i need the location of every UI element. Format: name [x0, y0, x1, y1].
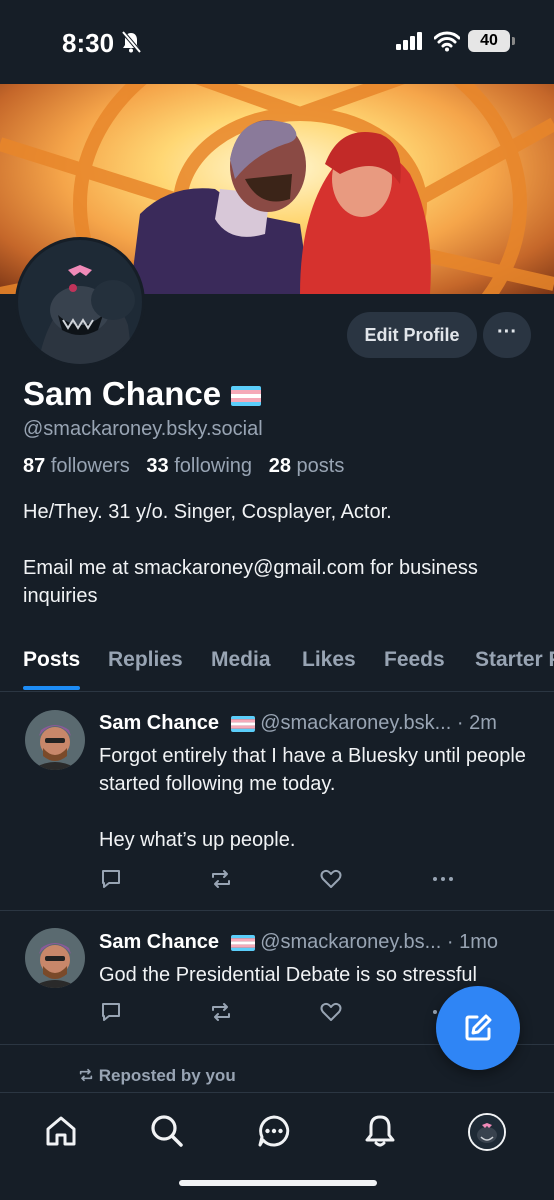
profile-tabs: Posts Replies Media Likes Feeds Starter … [0, 640, 554, 692]
tab-replies[interactable]: Replies [108, 648, 183, 672]
profile-stats: 87 followers 33 following 28 posts [23, 455, 344, 478]
home-icon[interactable] [43, 1113, 79, 1149]
post-text: God the Presidential Debate is so stress… [99, 961, 539, 989]
tab-feeds[interactable]: Feeds [384, 648, 445, 672]
display-name: Sam Chance [23, 375, 262, 413]
active-tab-indicator [23, 686, 80, 690]
compose-icon [465, 1014, 492, 1041]
reply-icon[interactable] [99, 1000, 123, 1024]
like-icon[interactable] [319, 867, 343, 891]
trans-flag-emoji [231, 386, 262, 407]
more-icon[interactable] [431, 867, 455, 891]
post-author-handle[interactable]: @smackaroney.bs... [260, 931, 441, 953]
battery-indicator: 40 [468, 30, 515, 52]
post-author-name[interactable]: Sam Chance [99, 931, 219, 953]
tab-likes[interactable]: Likes [302, 648, 356, 672]
silent-mode-icon [121, 30, 142, 54]
trans-flag-emoji [230, 934, 255, 951]
tab-posts[interactable]: Posts [23, 648, 80, 672]
post-avatar[interactable] [25, 928, 85, 988]
post-paragraph: God the Presidential Debate is so stress… [99, 964, 477, 986]
post-text: Forgot entirely that I have a Bluesky un… [99, 742, 539, 854]
post-author-name[interactable]: Sam Chance [99, 712, 219, 734]
repost-icon [79, 1068, 93, 1082]
post-item[interactable]: Sam Chance @smackaroney.bsk... · 2m Forg… [0, 692, 554, 911]
post-header: Sam Chance @smackaroney.bs... · 1mo [99, 931, 498, 954]
search-icon[interactable] [149, 1113, 185, 1149]
bio-line: He/They. 31 y/o. Singer, Cosplayer, Acto… [23, 501, 392, 523]
post-timestamp: · 1mo [446, 931, 498, 953]
signal-icon [396, 32, 422, 50]
bio-line: Email me at smackaroney@gmail.com for bu… [23, 557, 478, 607]
compose-button[interactable] [436, 986, 520, 1070]
status-time: 8:30 [62, 28, 115, 58]
wifi-icon [434, 31, 460, 52]
avatar-image [18, 240, 142, 364]
post-avatar[interactable] [25, 710, 85, 770]
bell-icon[interactable] [362, 1113, 398, 1149]
post-author-handle[interactable]: @smackaroney.bsk... [260, 712, 451, 734]
followers-link[interactable]: 87 followers [23, 455, 130, 477]
reposted-by-label: Reposted by you [78, 1066, 236, 1086]
chat-icon[interactable] [256, 1113, 292, 1149]
home-indicator [179, 1180, 377, 1186]
profile-tab-avatar[interactable] [468, 1113, 506, 1151]
profile-handle: @smackaroney.bsky.social [23, 418, 263, 440]
repost-icon[interactable] [209, 1000, 233, 1024]
status-bar: 8:30 40 [0, 0, 554, 84]
profile-more-button[interactable]: ··· [483, 312, 531, 358]
display-name-text: Sam Chance [23, 375, 222, 412]
tab-starter-packs[interactable]: Starter Packs [475, 648, 554, 672]
post-paragraph: Hey what’s up people. [99, 829, 296, 851]
reposted-by-text: Reposted by you [98, 1066, 236, 1085]
like-icon[interactable] [319, 1000, 343, 1024]
following-link[interactable]: 33 following [146, 455, 252, 477]
profile-avatar[interactable] [15, 237, 145, 367]
profile-bio: He/They. 31 y/o. Singer, Cosplayer, Acto… [23, 498, 543, 638]
repost-icon[interactable] [209, 867, 233, 891]
post-header: Sam Chance @smackaroney.bsk... · 2m [99, 712, 497, 735]
post-timestamp: · 2m [456, 712, 497, 734]
posts-count: 28 posts [268, 455, 345, 477]
post-paragraph: Forgot entirely that I have a Bluesky un… [99, 745, 526, 795]
reply-icon[interactable] [99, 867, 123, 891]
trans-flag-emoji [230, 715, 255, 732]
tab-media[interactable]: Media [211, 648, 271, 672]
edit-profile-button[interactable]: Edit Profile [347, 312, 477, 358]
